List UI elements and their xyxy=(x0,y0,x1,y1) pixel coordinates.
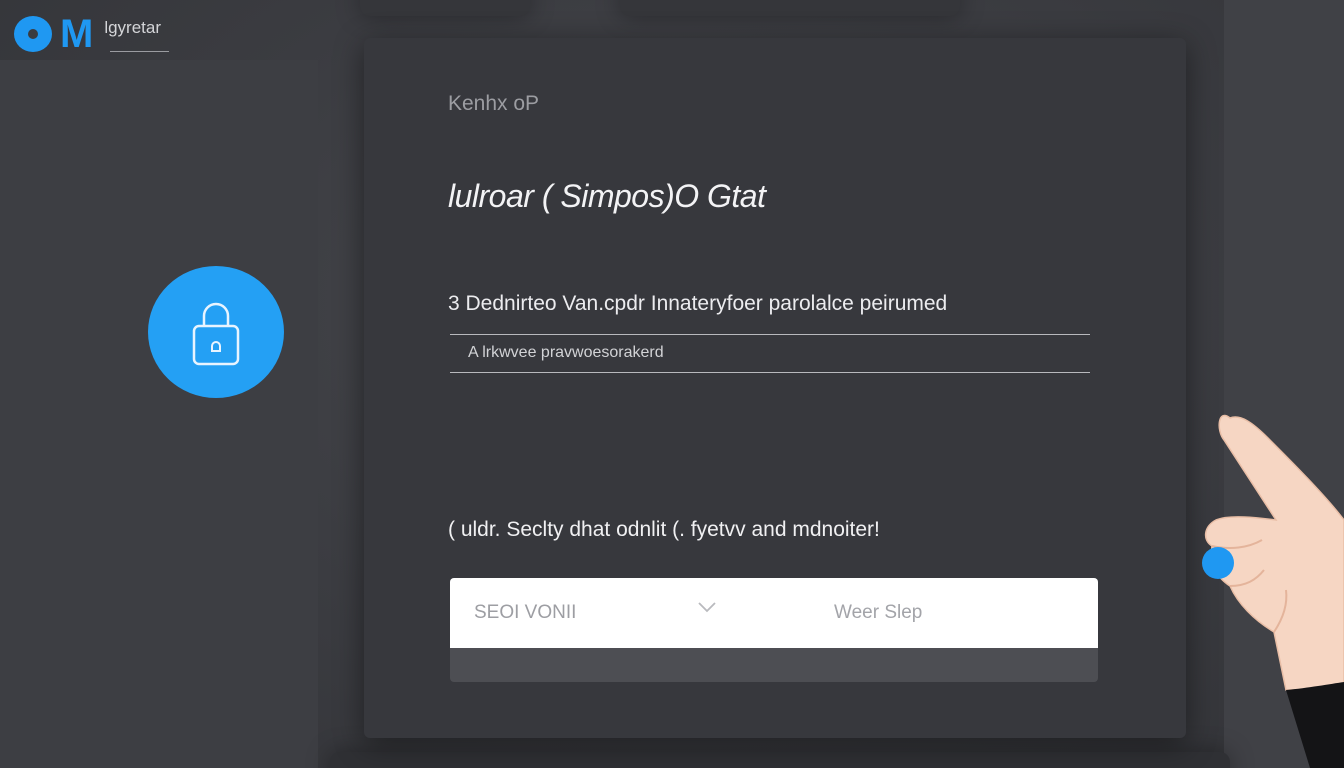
lock-badge xyxy=(148,266,284,398)
logo-wordmark: lgyretar xyxy=(104,18,169,52)
bottom-background-panel xyxy=(330,752,1230,768)
card-title: lulroar ( Simpos)O Gtat xyxy=(448,178,766,214)
divider xyxy=(450,372,1090,373)
left-background-column xyxy=(0,60,318,768)
select-right-value[interactable]: Weer Slep xyxy=(834,602,922,624)
select-left-value[interactable]: SEOI VONII xyxy=(474,602,576,624)
logo-o-icon xyxy=(14,16,52,52)
chevron-down-icon[interactable] xyxy=(696,596,718,618)
card-description: 3 Dednirteo Van.cpdr Innateryfoer parola… xyxy=(448,292,948,315)
card-hint: A lrkwvee pravwoesorakerd xyxy=(468,344,664,361)
app-logo[interactable]: M lgyretar xyxy=(14,12,169,56)
card-prompt: ( uldr. Seclty dhat odnlit (. fyetvv and… xyxy=(448,518,880,541)
select-field[interactable]: SEOI VONII Weer Slep xyxy=(450,578,1098,648)
select-control[interactable]: SEOI VONII Weer Slep xyxy=(450,578,1098,682)
card-header: Kenhx oP xyxy=(448,92,540,115)
logo-m-letter: M xyxy=(60,12,93,56)
top-background-panel xyxy=(360,0,530,16)
lock-icon xyxy=(192,302,240,366)
divider xyxy=(450,334,1090,335)
pointing-hand-icon xyxy=(1202,414,1344,768)
top-background-panel xyxy=(620,0,960,16)
screen: M lgyretar Kenhx oP lulroar ( Simpos)O G… xyxy=(0,0,1344,768)
dialog-card: Kenhx oP lulroar ( Simpos)O Gtat 3 Dedni… xyxy=(364,38,1186,738)
